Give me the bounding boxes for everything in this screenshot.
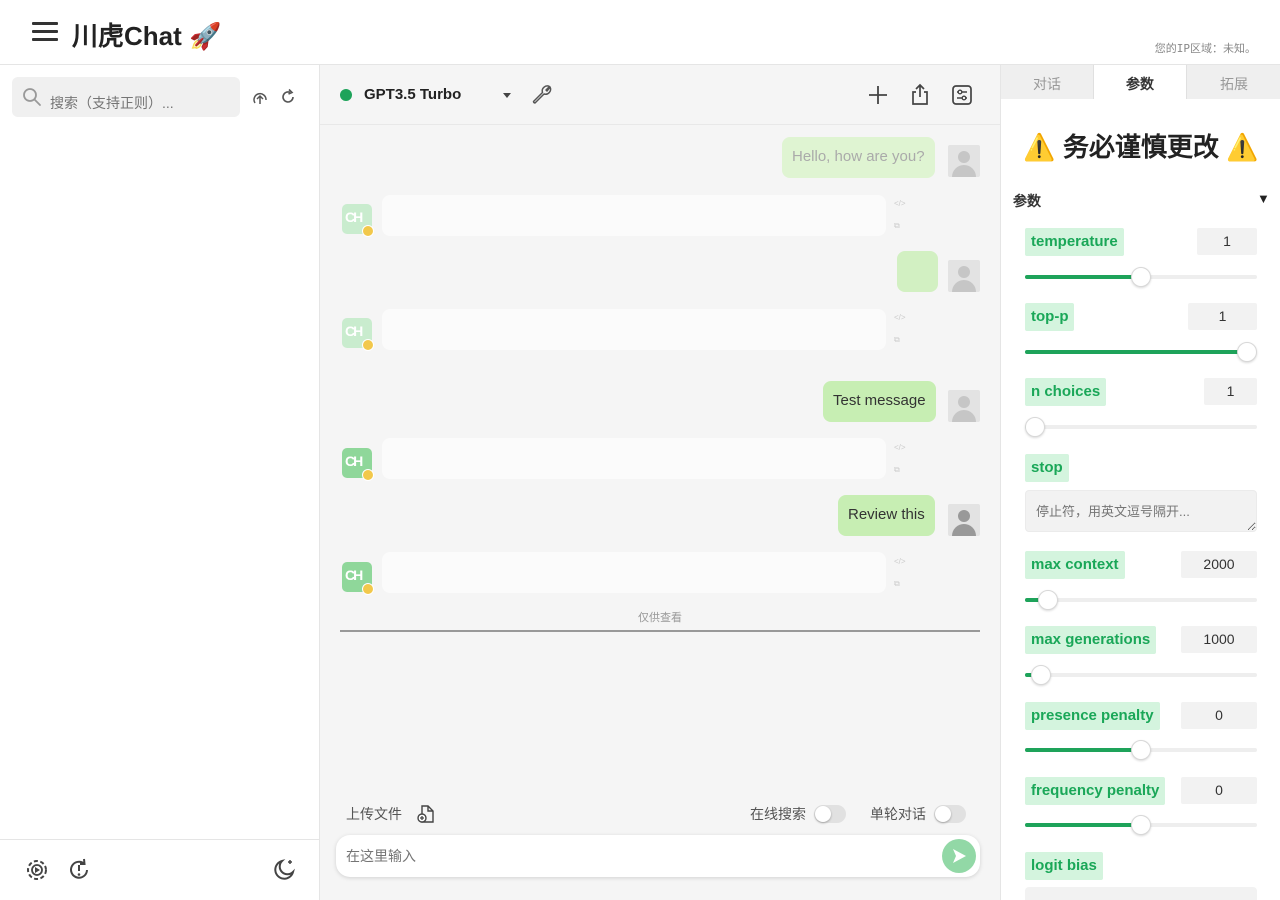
bot-message: [382, 552, 886, 593]
stop-label: stop: [1025, 454, 1069, 482]
n-choices-value[interactable]: 1: [1204, 378, 1257, 405]
slider-thumb[interactable]: [1131, 740, 1151, 760]
user-message: Test message: [823, 381, 936, 422]
ip-region-info: 您的IP区域：未知。: [1154, 42, 1256, 55]
dark-mode-moon-icon[interactable]: [271, 857, 297, 883]
readonly-note: 仅供查看: [638, 612, 682, 624]
top-p-label: top-p: [1025, 303, 1075, 331]
user-avatar: [948, 260, 980, 292]
temperature-slider[interactable]: [1025, 267, 1257, 287]
send-icon: [953, 849, 966, 863]
model-status-dot: [340, 89, 352, 101]
user-avatar: [948, 504, 980, 536]
slider-thumb[interactable]: [1131, 815, 1151, 835]
logit-bias-input[interactable]: [1025, 887, 1257, 900]
upload-history-icon[interactable]: [250, 88, 270, 108]
logit-bias-label: logit bias: [1025, 852, 1103, 880]
raw-toggle-icon[interactable]: </>: [894, 313, 906, 322]
bot-avatar: CH: [342, 204, 374, 237]
frequency-penalty-label: frequency penalty: [1025, 777, 1166, 805]
app-title: 川虎Chat 🚀: [72, 21, 222, 51]
max-context-value[interactable]: 2000: [1181, 551, 1257, 578]
bot-avatar: CH: [342, 448, 374, 481]
user-message: Review this: [838, 495, 935, 536]
top-p-value[interactable]: 1: [1188, 303, 1257, 330]
divider: [340, 630, 980, 632]
slider-thumb[interactable]: [1131, 267, 1151, 287]
refresh-icon[interactable]: [279, 88, 297, 106]
menu-icon[interactable]: [32, 22, 58, 44]
bot-message: [382, 195, 886, 236]
user-message: [897, 251, 938, 292]
tab-params[interactable]: 参数: [1094, 65, 1187, 99]
tab-extensions[interactable]: 拓展: [1187, 65, 1280, 99]
history-search-input[interactable]: [50, 77, 236, 117]
upload-file-icon[interactable]: [416, 804, 436, 824]
copy-icon[interactable]: ⧉: [894, 221, 904, 230]
history-sidebar: [0, 65, 320, 900]
share-export-icon[interactable]: [908, 83, 932, 107]
web-search-toggle[interactable]: [814, 805, 846, 823]
n-choices-label: n choices: [1025, 378, 1107, 406]
max-generations-value[interactable]: 1000: [1181, 626, 1257, 653]
user-avatar: [948, 390, 980, 422]
model-selector[interactable]: GPT3.5 Turbo: [364, 86, 461, 103]
presence-penalty-label: presence penalty: [1025, 702, 1160, 730]
temperature-value[interactable]: 1: [1197, 228, 1257, 255]
web-search-label: 在线搜索: [750, 806, 806, 822]
bot-avatar: CH: [342, 318, 374, 351]
chat-settings-icon[interactable]: [950, 83, 974, 107]
search-icon: [23, 88, 41, 106]
send-button[interactable]: [942, 839, 976, 873]
sidebar-footer: [0, 839, 320, 900]
slider-thumb[interactable]: [1031, 665, 1051, 685]
frequency-penalty-value[interactable]: 0: [1181, 777, 1257, 804]
settings-tabs: 对话 参数 拓展: [1001, 65, 1280, 99]
presence-penalty-slider[interactable]: [1025, 740, 1257, 760]
max-generations-slider[interactable]: [1025, 665, 1257, 685]
slider-thumb[interactable]: [1237, 342, 1257, 362]
history-search-box: [12, 77, 240, 117]
raw-toggle-icon[interactable]: </>: [894, 443, 906, 452]
user-message: Hello, how are you?: [782, 137, 935, 178]
raw-toggle-icon[interactable]: </>: [894, 557, 906, 566]
n-choices-slider[interactable]: [1025, 417, 1257, 437]
single-turn-toggle[interactable]: [934, 805, 966, 823]
wrench-icon[interactable]: [530, 83, 554, 107]
user-avatar: [948, 145, 980, 177]
new-chat-plus-icon[interactable]: [866, 83, 890, 107]
presence-penalty-value[interactable]: 0: [1181, 702, 1257, 729]
warning-title: ⚠️ 务必谨慎更改 ⚠️: [1023, 132, 1259, 162]
stop-input[interactable]: [1025, 490, 1257, 532]
single-turn-label: 单轮对话: [870, 806, 926, 822]
chat-header: GPT3.5 Turbo: [320, 65, 1000, 125]
bot-message: [382, 309, 886, 350]
collapse-caret-icon[interactable]: ▼: [1257, 191, 1270, 206]
bot-message: [382, 438, 886, 479]
upload-file-label[interactable]: 上传文件: [346, 804, 402, 824]
params-section-title[interactable]: 参数: [1013, 191, 1041, 211]
max-generations-label: max generations: [1025, 626, 1157, 654]
slider-thumb[interactable]: [1025, 417, 1045, 437]
copy-icon[interactable]: ⧉: [894, 335, 904, 344]
max-context-slider[interactable]: [1025, 590, 1257, 610]
max-context-label: max context: [1025, 551, 1125, 579]
settings-gear-icon[interactable]: [24, 857, 50, 883]
frequency-penalty-slider[interactable]: [1025, 815, 1257, 835]
bot-avatar: CH: [342, 562, 374, 595]
tab-chat[interactable]: 对话: [1001, 65, 1094, 99]
top-p-slider[interactable]: [1025, 342, 1257, 362]
temperature-label: temperature: [1025, 228, 1124, 256]
copy-icon[interactable]: ⧉: [894, 465, 904, 474]
chat-input-box: [336, 835, 980, 877]
copy-icon[interactable]: ⧉: [894, 579, 904, 588]
chat-input[interactable]: [346, 845, 916, 867]
top-bar: 川虎Chat 🚀 您的IP区域：未知。: [0, 0, 1280, 65]
settings-panel: 对话 参数 拓展 ⚠️ 务必谨慎更改 ⚠️ 参数 ▼ temperature 1…: [1000, 65, 1280, 900]
raw-toggle-icon[interactable]: </>: [894, 199, 906, 208]
slider-thumb[interactable]: [1038, 590, 1058, 610]
chat-panel: GPT3.5 Turbo Hello, how are you? CH </> …: [320, 65, 1000, 900]
chevron-down-icon[interactable]: [503, 93, 511, 98]
update-icon[interactable]: [66, 857, 92, 883]
